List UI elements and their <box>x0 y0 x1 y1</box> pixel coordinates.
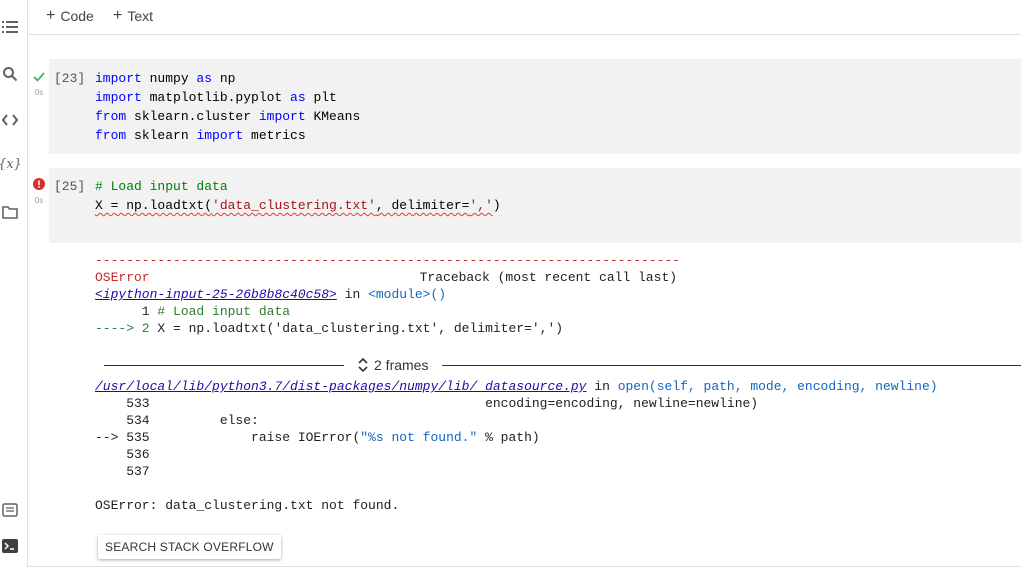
code-line[interactable]: from sklearn.cluster import KMeans <box>95 108 360 125</box>
traceback-line: 536 <box>95 447 150 462</box>
datasource-file-link[interactable]: /usr/local/lib/python3.7/dist-packages/n… <box>95 379 586 394</box>
traceback-line: 1 # Load input data <box>95 304 291 319</box>
table-of-contents-icon[interactable] <box>0 17 20 37</box>
files-icon[interactable] <box>0 202 20 222</box>
code-comment[interactable]: # Load input data <box>95 178 228 195</box>
checkmark-icon <box>33 72 45 82</box>
traceback-line: --> 535 raise IOError("%s not found." % … <box>95 430 540 445</box>
variables-icon[interactable]: {x} <box>0 154 22 174</box>
add-text-button[interactable]: + Text <box>113 7 153 25</box>
final-error-message: OSError: data_clustering.txt not found. <box>95 498 400 513</box>
command-palette-icon[interactable] <box>0 500 20 520</box>
code-line[interactable]: import matplotlib.pyplot as plt <box>95 89 337 106</box>
terminal-icon[interactable] <box>0 536 20 556</box>
cell-1-status[interactable]: 0s <box>31 69 47 97</box>
plus-icon: + <box>113 7 123 24</box>
traceback-location: <ipython-input-25-26b8b8c40c58> in <modu… <box>95 287 447 302</box>
frames-divider-right <box>442 365 1021 366</box>
cell-2-exec-count: [25] <box>54 179 86 194</box>
left-sidebar: {x} <box>0 0 28 567</box>
plus-icon: + <box>46 7 56 24</box>
frames-toggle[interactable]: 2 frames <box>358 357 428 373</box>
traceback-header: OSError Traceback (most recent call last) <box>95 270 678 285</box>
toolbar: + Code + Text <box>28 0 1021 35</box>
search-stack-overflow-button[interactable]: SEARCH STACK OVERFLOW <box>98 535 281 559</box>
cell-1-time: 0s <box>34 88 44 97</box>
code-line[interactable]: import numpy as np <box>95 70 235 87</box>
expand-frames-icon <box>358 357 368 373</box>
error-icon <box>33 178 45 190</box>
cell-2-status[interactable]: 0s <box>31 177 47 205</box>
frames-divider-left <box>104 365 344 366</box>
traceback-line: ----> 2 X = np.loadtxt('data_clustering.… <box>95 321 564 336</box>
frames-label: 2 frames <box>374 357 429 373</box>
add-text-label: Text <box>127 8 154 24</box>
traceback-line: 537 <box>95 464 150 479</box>
add-code-label: Code <box>60 8 94 24</box>
cell-1-exec-count: [23] <box>54 71 86 86</box>
add-code-button[interactable]: + Code <box>46 7 94 25</box>
traceback-line: 533 encoding=encoding, newline=newline) <box>95 396 759 411</box>
search-icon[interactable] <box>0 64 20 84</box>
cell-2-time: 0s <box>34 196 44 205</box>
code-snippets-icon[interactable] <box>0 110 20 130</box>
traceback-line: 534 else: <box>95 413 259 428</box>
ipython-input-link[interactable]: <ipython-input-25-26b8b8c40c58> <box>95 287 337 302</box>
traceback-location: /usr/local/lib/python3.7/dist-packages/n… <box>95 379 938 394</box>
traceback-divider: ----------------------------------------… <box>95 253 681 268</box>
code-line[interactable]: X = np.loadtxt('data_clustering.txt', de… <box>95 197 501 214</box>
code-line[interactable]: from sklearn import metrics <box>95 127 306 144</box>
